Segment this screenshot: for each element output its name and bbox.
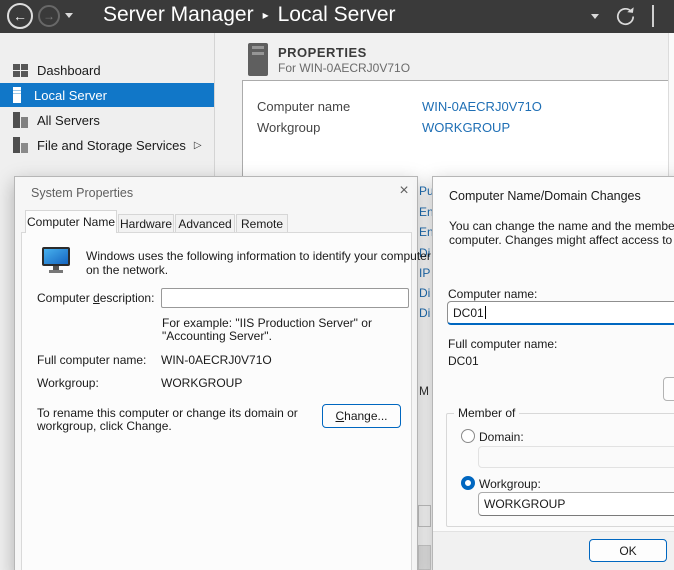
breadcrumb: Server Manager ▸ Local Server [103, 3, 396, 27]
sidebar-item-label: Local Server [34, 88, 107, 103]
sidebar-item-dashboard[interactable]: Dashboard [0, 58, 214, 82]
computer-description-label: Computer description: [37, 291, 154, 305]
sidebar-item-label: File and Storage Services [37, 138, 186, 153]
clipped-value: Di [419, 286, 430, 300]
server-manager-window: ← → Server Manager ▸ Local Server Dashboar… [0, 0, 674, 570]
nav-dropdown-icon[interactable] [65, 13, 73, 18]
example-text-line1: For example: "IIS Production Server" or [162, 316, 372, 330]
full-computer-name-label: Full computer name: [448, 337, 557, 351]
forward-arrow-glyph: → [43, 9, 55, 23]
dialog-title: Computer Name/Domain Changes [449, 189, 641, 203]
domain-input[interactable] [478, 446, 674, 468]
input-value: DC01 [453, 306, 484, 320]
input-value: WORKGROUP [484, 497, 565, 511]
ok-button[interactable]: OK [589, 539, 667, 562]
background-artifact [418, 505, 431, 527]
button-label: OK [619, 544, 636, 558]
text-cursor [485, 306, 486, 319]
tab-remote[interactable]: Remote [236, 214, 288, 233]
close-icon[interactable]: × [395, 182, 413, 200]
clipped-value: IP [419, 266, 430, 280]
computer-name-label: Computer name: [448, 287, 537, 301]
workgroup-label: Workgroup: [37, 376, 99, 390]
expand-arrow-icon[interactable]: ▷ [194, 140, 202, 151]
tab-computer-name[interactable]: Computer Name [25, 210, 117, 233]
change-button[interactable]: Change... [322, 404, 401, 428]
back-arrow-glyph: ← [13, 8, 27, 24]
sidebar-item-label: Dashboard [37, 63, 101, 78]
workgroup-radio-label: Workgroup: [479, 477, 541, 491]
breadcrumb-separator-icon: ▸ [263, 8, 269, 22]
app-title: Server Manager [103, 3, 254, 26]
tab-label: Remote [241, 217, 283, 231]
intro-text-line2: on the network. [86, 263, 168, 277]
tab-hardware[interactable]: Hardware [118, 214, 174, 233]
domain-radio[interactable] [461, 429, 475, 443]
workgroup-input[interactable]: WORKGROUP [478, 492, 674, 516]
tab-label: Advanced [178, 217, 231, 231]
sidebar-item-local-server[interactable]: Local Server [0, 83, 214, 107]
domain-radio-label: Domain: [479, 430, 524, 444]
properties-heading: PROPERTIES [278, 45, 367, 60]
dialog-body-line1: You can change the name and the membersh… [449, 219, 674, 233]
full-computer-name-value: WIN-0AECRJ0V71O [161, 353, 272, 367]
workgroup-radio[interactable] [461, 476, 475, 490]
tab-advanced[interactable]: Advanced [175, 214, 235, 233]
property-label: Workgroup [257, 120, 320, 135]
property-label: Computer name [257, 99, 350, 114]
rename-hint-line1: To rename this computer or change its do… [37, 406, 298, 420]
tab-label: Hardware [120, 217, 172, 231]
clipped-label: M [419, 384, 429, 398]
button-accesskey: C [335, 409, 344, 423]
background-artifact [418, 545, 431, 570]
servers-icon [13, 112, 28, 128]
label-part: Computer [37, 291, 93, 305]
label-part: escription: [100, 291, 155, 305]
computer-description-input[interactable] [161, 288, 409, 308]
intro-text-line1: Windows uses the following information t… [86, 249, 431, 263]
example-text-line2: "Accounting Server". [162, 329, 272, 343]
workgroup-link[interactable]: WORKGROUP [422, 120, 510, 135]
top-bar: ← → Server Manager ▸ Local Server [0, 0, 674, 33]
server-icon [13, 87, 21, 103]
page-title[interactable]: Local Server [278, 3, 396, 26]
member-of-legend: Member of [454, 406, 519, 420]
computer-name-link[interactable]: WIN-0AECRJ0V71O [422, 99, 542, 114]
full-computer-name-label: Full computer name: [37, 353, 146, 367]
rename-hint-line2: workgroup, click Change. [37, 419, 172, 433]
sidebar-item-all-servers[interactable]: All Servers [0, 108, 214, 132]
system-properties-dialog: System Properties × Computer Name Hardwa… [14, 176, 418, 570]
sidebar-item-label: All Servers [37, 113, 100, 128]
label-accesskey: d [93, 291, 100, 305]
dialog-title: System Properties [31, 186, 133, 200]
monitor-icon [41, 246, 71, 279]
dashboard-icon [13, 64, 28, 77]
back-icon[interactable]: ← [7, 3, 33, 29]
properties-subheading: For WIN-0AECRJ0V71O [278, 61, 410, 75]
refresh-icon[interactable] [613, 4, 638, 34]
scrollbar-track[interactable] [668, 33, 674, 176]
tab-page [21, 232, 412, 570]
workgroup-value: WORKGROUP [161, 376, 242, 390]
flag-icon[interactable] [652, 5, 654, 27]
computer-name-input[interactable]: DC01 [447, 301, 674, 325]
domain-changes-dialog: Computer Name/Domain Changes You can cha… [432, 176, 674, 570]
file-storage-icon [13, 137, 28, 153]
tab-label: Computer Name [27, 215, 115, 229]
forward-icon[interactable]: → [38, 5, 60, 27]
button-label: hange... [344, 409, 387, 423]
properties-server-icon [248, 43, 268, 76]
dialog-body-line2: computer. Changes might affect access to… [449, 233, 674, 247]
full-computer-name-value: DC01 [448, 354, 479, 368]
clipped-value: Di [419, 306, 430, 320]
sidebar-item-file-storage-services[interactable]: File and Storage Services ▷ [0, 133, 214, 157]
more-button[interactable] [663, 377, 674, 401]
manage-dropdown-icon[interactable] [591, 14, 599, 19]
